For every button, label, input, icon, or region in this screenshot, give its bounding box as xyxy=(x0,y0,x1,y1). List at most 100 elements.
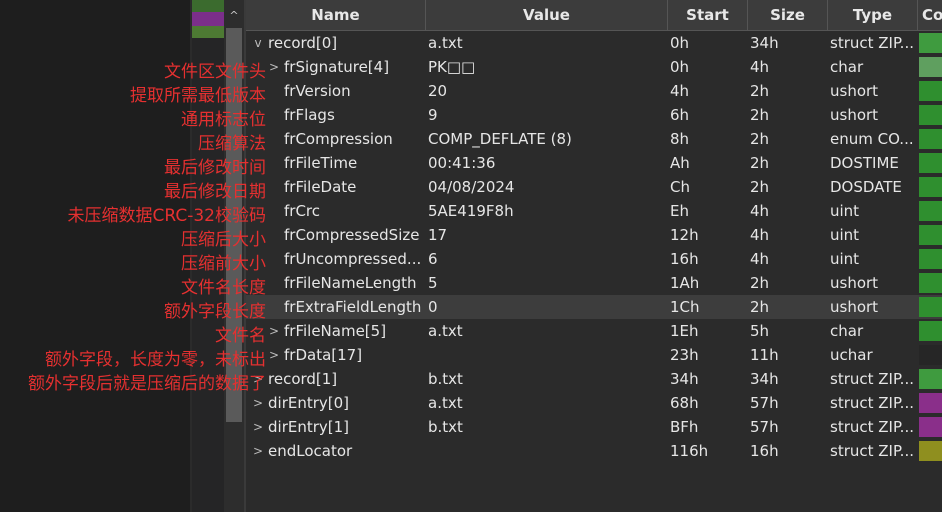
cell-start: 16h xyxy=(670,250,699,268)
cell-type: DOSDATE xyxy=(830,178,902,196)
cell-start: 68h xyxy=(670,394,699,412)
table-row[interactable]: frFileDate 04/08/2024 Ch 2h DOSDATE xyxy=(246,175,942,199)
table-row[interactable]: frCrc 5AE419F8h Eh 4h uint xyxy=(246,199,942,223)
cell-value: 5AE419F8h xyxy=(428,202,514,220)
template-results-table: Name Value Start Size Type Co v record[0]… xyxy=(246,0,942,512)
cell-start: 34h xyxy=(670,370,699,388)
cell-type: enum CO... xyxy=(830,130,914,148)
table-row[interactable]: frFlags 9 6h 2h ushort xyxy=(246,103,942,127)
table-row[interactable]: > frFileName[5] a.txt 1Eh 5h char xyxy=(246,319,942,343)
chevron-down-icon[interactable]: v xyxy=(252,31,264,55)
color-swatch xyxy=(919,345,942,365)
cell-size: 4h xyxy=(750,226,770,244)
cell-type: uint xyxy=(830,250,860,268)
table-row[interactable]: > frData[17] 23h 11h uchar xyxy=(246,343,942,367)
cell-name: record[1] xyxy=(268,370,338,388)
table-row[interactable]: v record[0] a.txt 0h 34h struct ZIP... xyxy=(246,31,942,55)
cell-size: 2h xyxy=(750,274,770,292)
annotation-label: 最后修改时间 xyxy=(164,158,266,178)
column-header-name[interactable]: Name xyxy=(246,0,426,30)
cell-value: COMP_DEFLATE (8) xyxy=(428,130,572,148)
color-swatch xyxy=(919,81,942,101)
table-row[interactable]: frFileTime 00:41:36 Ah 2h DOSTIME xyxy=(246,151,942,175)
cell-name: frUncompressed... xyxy=(284,250,422,268)
cell-value: PK□□ xyxy=(428,58,476,76)
table-row[interactable]: frFileNameLength 5 1Ah 2h ushort xyxy=(246,271,942,295)
cell-start: 8h xyxy=(670,130,690,148)
column-header-type[interactable]: Type xyxy=(828,0,918,30)
annotation-label: 提取所需最低版本 xyxy=(130,86,266,106)
cell-size: 4h xyxy=(750,202,770,220)
cell-value: 20 xyxy=(428,82,448,100)
minimap-thumbnail xyxy=(192,0,224,38)
cell-name: frExtraFieldLength xyxy=(284,298,422,316)
cell-name: dirEntry[1] xyxy=(268,418,350,436)
column-header-value[interactable]: Value xyxy=(426,0,668,30)
cell-type: ushort xyxy=(830,106,879,124)
cell-start: Ch xyxy=(670,178,690,196)
scroll-up-icon[interactable]: ^ xyxy=(224,6,244,26)
annotation-label: 文件名 xyxy=(215,326,266,346)
cell-value: a.txt xyxy=(428,394,463,412)
column-header-size[interactable]: Size xyxy=(748,0,828,30)
column-header-color[interactable]: Co xyxy=(918,0,942,30)
table-row[interactable]: > endLocator 116h 16h struct ZIP... xyxy=(246,439,942,463)
cell-value: 5 xyxy=(428,274,438,292)
table-row[interactable]: frVersion 20 4h 2h ushort xyxy=(246,79,942,103)
table-row[interactable]: frUncompressed... 6 16h 4h uint xyxy=(246,247,942,271)
color-swatch xyxy=(919,417,942,437)
color-swatch xyxy=(919,57,942,77)
cell-size: 2h xyxy=(750,106,770,124)
cell-type: uchar xyxy=(830,346,873,364)
cell-start: 116h xyxy=(670,442,709,460)
cell-name: frVersion xyxy=(284,82,351,100)
table-row[interactable]: > record[1] b.txt 34h 34h struct ZIP... xyxy=(246,367,942,391)
cell-type: char xyxy=(830,322,864,340)
annotation-label: 压缩后大小 xyxy=(181,230,266,250)
table-header: Name Value Start Size Type Co xyxy=(246,0,942,31)
cell-name: frData[17] xyxy=(284,346,363,364)
cell-value: 0 xyxy=(428,298,438,316)
table-row[interactable]: frCompressedSize 17 12h 4h uint xyxy=(246,223,942,247)
cell-name: endLocator xyxy=(268,442,353,460)
cell-start: 23h xyxy=(670,346,699,364)
cell-value: a.txt xyxy=(428,322,463,340)
chevron-right-icon[interactable]: > xyxy=(252,415,264,439)
cell-size: 5h xyxy=(750,322,770,340)
annotation-label: 通用标志位 xyxy=(181,110,266,130)
chevron-right-icon[interactable]: > xyxy=(268,55,280,79)
annotation-label: 最后修改日期 xyxy=(164,182,266,202)
chevron-right-icon[interactable]: > xyxy=(252,391,264,415)
cell-type: uint xyxy=(830,226,860,244)
table-row[interactable]: > dirEntry[1] b.txt BFh 57h struct ZIP... xyxy=(246,415,942,439)
table-row[interactable]: > frSignature[4] PK□□ 0h 4h char xyxy=(246,55,942,79)
cell-size: 4h xyxy=(750,58,770,76)
table-row[interactable]: frExtraFieldLength 0 1Ch 2h ushort xyxy=(246,295,942,319)
cell-type: struct ZIP... xyxy=(830,34,914,52)
cell-type: struct ZIP... xyxy=(830,394,914,412)
color-swatch xyxy=(919,369,942,389)
table-row[interactable]: > dirEntry[0] a.txt 68h 57h struct ZIP... xyxy=(246,391,942,415)
cell-name: frCompression xyxy=(284,130,393,148)
cell-size: 11h xyxy=(750,346,779,364)
chevron-right-icon[interactable]: > xyxy=(252,439,264,463)
color-swatch xyxy=(919,129,942,149)
color-swatch xyxy=(919,153,942,173)
cell-type: ushort xyxy=(830,298,879,316)
cell-size: 57h xyxy=(750,418,779,436)
cell-start: Eh xyxy=(670,202,689,220)
cell-value: a.txt xyxy=(428,34,463,52)
annotation-label: 文件名长度 xyxy=(181,278,266,298)
chevron-right-icon[interactable]: > xyxy=(268,343,280,367)
table-row[interactable]: frCompression COMP_DEFLATE (8) 8h 2h enum CO… xyxy=(246,127,942,151)
cell-type: struct ZIP... xyxy=(830,370,914,388)
cell-start: 1Ch xyxy=(670,298,700,316)
cell-name: frFileName[5] xyxy=(284,322,387,340)
cell-size: 34h xyxy=(750,34,779,52)
cell-type: ushort xyxy=(830,82,879,100)
column-header-start[interactable]: Start xyxy=(668,0,748,30)
cell-name: frCrc xyxy=(284,202,321,220)
cell-value: 04/08/2024 xyxy=(428,178,515,196)
left-pane xyxy=(0,0,190,512)
chevron-right-icon[interactable]: > xyxy=(268,319,280,343)
